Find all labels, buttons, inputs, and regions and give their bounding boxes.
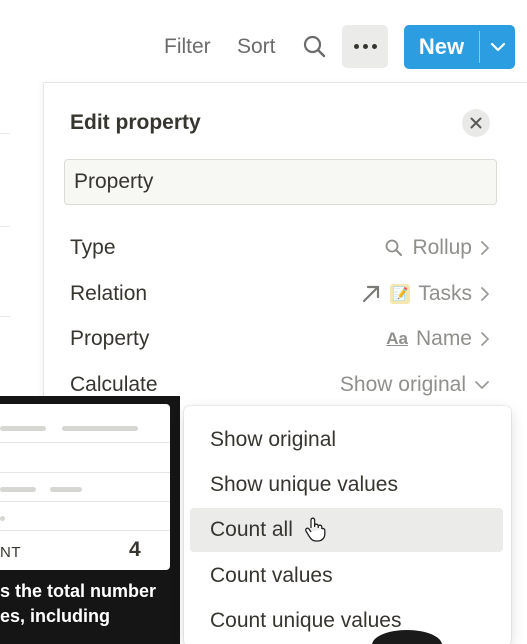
table-divider bbox=[0, 316, 10, 317]
search-icon[interactable] bbox=[302, 34, 328, 60]
chevron-right-icon bbox=[480, 286, 490, 302]
table-divider bbox=[0, 133, 10, 134]
menu-item-show-original[interactable]: Show original bbox=[190, 418, 503, 462]
memo-emoji-icon: 📝 bbox=[390, 284, 411, 304]
chevron-down-icon[interactable] bbox=[480, 25, 515, 69]
calculate-dropdown-menu: Show original Show unique values Count a… bbox=[184, 406, 511, 644]
type-row[interactable]: Type Rollup bbox=[70, 233, 490, 263]
text-aa-icon: Aa bbox=[386, 329, 408, 348]
menu-item-show-unique-values[interactable]: Show unique values bbox=[190, 463, 503, 507]
preview-card: NT 4 bbox=[0, 404, 170, 570]
close-icon bbox=[470, 117, 482, 129]
row-value: Show original bbox=[339, 373, 466, 396]
row-label: Property bbox=[70, 327, 150, 350]
count-value: 4 bbox=[129, 538, 141, 561]
panel-title: Edit property bbox=[70, 111, 201, 134]
count-label: NT bbox=[0, 544, 21, 561]
menu-item-count-all[interactable]: Count all bbox=[190, 508, 503, 552]
arrow-up-right-icon bbox=[360, 283, 382, 305]
relation-row[interactable]: Relation 📝 Tasks bbox=[70, 279, 490, 309]
filter-button[interactable]: Filter bbox=[164, 34, 211, 60]
row-value: Name bbox=[415, 327, 472, 350]
tooltip-description: s the total number es, including bbox=[0, 581, 157, 626]
menu-item-count-values[interactable]: Count values bbox=[190, 554, 503, 598]
property-name-input[interactable] bbox=[64, 159, 497, 205]
search-icon bbox=[384, 238, 404, 258]
sort-button[interactable]: Sort bbox=[237, 34, 276, 60]
close-button[interactable] bbox=[462, 109, 490, 137]
row-value: Rollup bbox=[412, 236, 472, 259]
row-label: Type bbox=[70, 236, 116, 259]
more-icon bbox=[353, 44, 359, 49]
more-options-button[interactable] bbox=[342, 25, 388, 68]
table-divider bbox=[0, 226, 10, 227]
hand-pointer-icon bbox=[304, 516, 326, 542]
chevron-down-icon bbox=[474, 380, 490, 390]
new-button-label: New bbox=[418, 34, 465, 59]
property-row[interactable]: Property Aa Name bbox=[70, 324, 490, 354]
row-value: Tasks bbox=[418, 282, 472, 305]
menu-item-count-unique-values[interactable]: Count unique values bbox=[190, 599, 503, 643]
chevron-right-icon bbox=[480, 331, 490, 347]
database-toolbar: Filter Sort New bbox=[0, 0, 527, 80]
new-button[interactable]: New bbox=[404, 25, 515, 69]
chevron-right-icon bbox=[480, 240, 490, 256]
row-label: Relation bbox=[70, 282, 148, 305]
calculation-preview-tooltip: NT 4 s the total number es, including bbox=[0, 396, 180, 644]
